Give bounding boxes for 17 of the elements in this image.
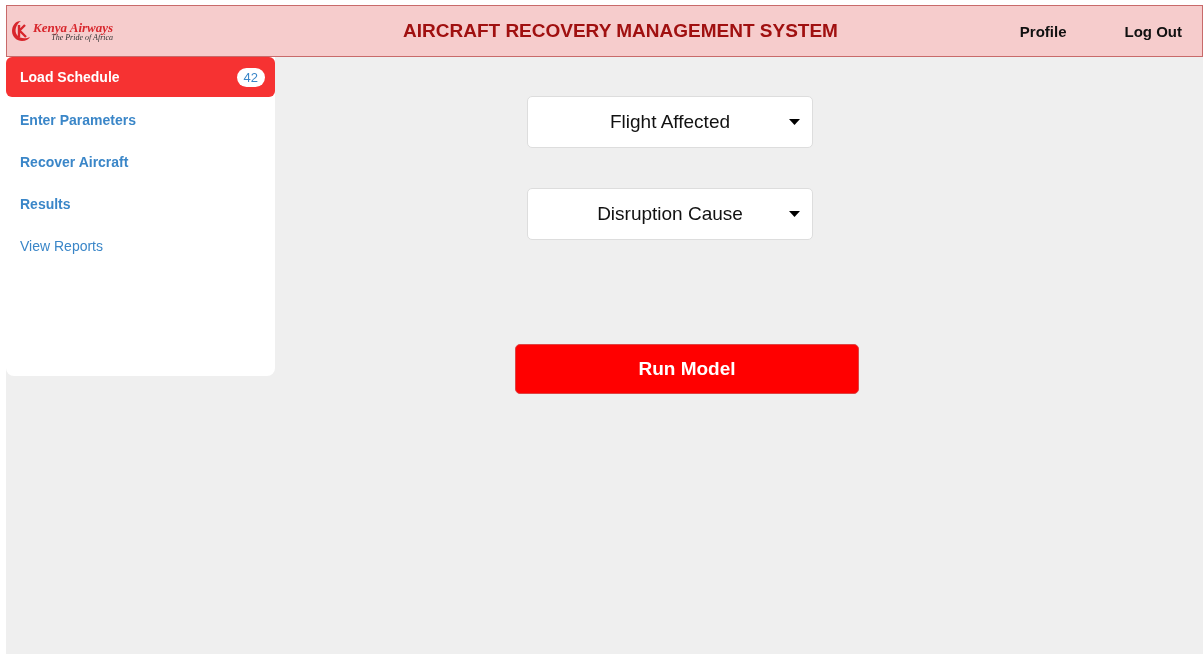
count-badge: 42 <box>236 67 265 87</box>
sidebar-item[interactable]: Results <box>6 183 275 225</box>
sidebar-item[interactable]: Load Schedule 42 <box>6 57 275 97</box>
sidebar-item[interactable]: Enter Parameters <box>6 99 275 141</box>
caret-icon <box>789 211 800 217</box>
sidebar-item[interactable]: Recover Aircraft <box>6 141 275 183</box>
logo-icon <box>11 20 31 42</box>
app-title: AIRCRAFT RECOVERY MANAGEMENT SYSTEM <box>403 20 839 42</box>
dropdown-field[interactable]: Disruption Cause <box>527 188 813 240</box>
run-model-button[interactable]: Run Model <box>515 344 859 394</box>
caret-icon <box>789 119 800 125</box>
header-link[interactable]: Profile <box>1019 22 1067 40</box>
header-link[interactable]: Log Out <box>1124 22 1182 40</box>
sidebar-item[interactable]: View Reports <box>6 225 275 267</box>
logo-tagline: The Pride of Africa <box>51 33 114 42</box>
logo-wordmark: Kenya Airways <box>33 20 114 34</box>
dropdown-field[interactable]: Flight Affected <box>527 96 813 148</box>
